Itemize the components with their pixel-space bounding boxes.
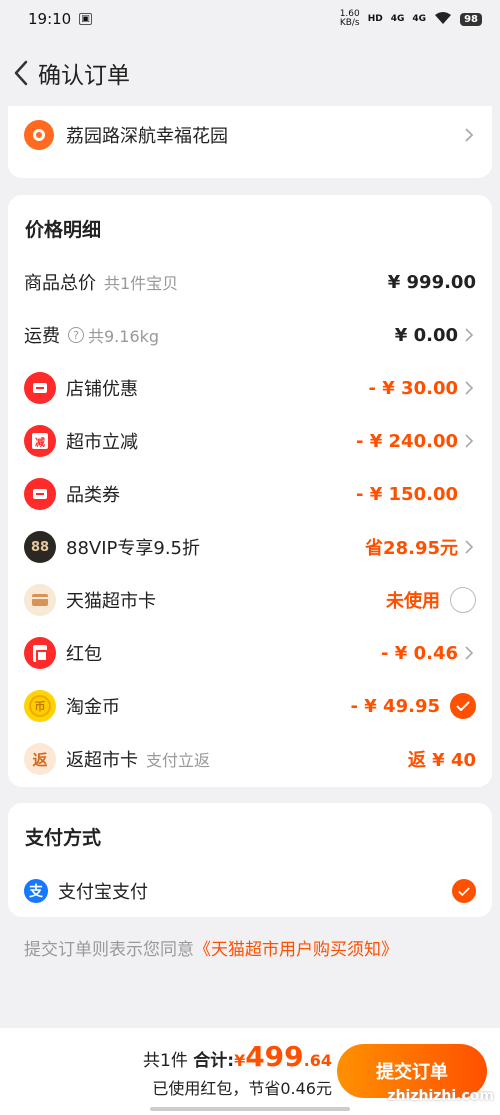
- row-goods-total: 商品总价 共1件宝贝 ¥ 999.00: [8, 262, 492, 302]
- status-indicators: 1.60 KB/s HD 4G 4G 98: [340, 10, 482, 28]
- signal-icon-2: 4G: [412, 14, 427, 24]
- agreement-prefix: 提交订单则表示您同意: [24, 940, 194, 960]
- row-cashback-card: 返 返超市卡 支付立返 返 ¥ 40: [8, 739, 492, 779]
- net-speed: 1.60 KB/s: [339, 9, 360, 28]
- row-amount: 省28.95元: [365, 538, 458, 559]
- payment-title: 支付方式: [25, 827, 102, 849]
- row-label: 返超市卡: [66, 750, 138, 771]
- total-integer: 499: [245, 1040, 304, 1073]
- row-amount: - ¥ 49.95: [350, 695, 440, 717]
- address-card[interactable]: 荔园路深航幸福花园: [8, 106, 492, 178]
- status-bar: 19:10 ▣ 1.60 KB/s HD 4G 4G 98: [0, 0, 500, 38]
- row-label: 天猫超市卡: [66, 591, 156, 612]
- page-header: 确认订单: [0, 48, 500, 98]
- payment-method-label: 支付宝支付: [58, 882, 148, 903]
- status-time: 19:10: [28, 10, 72, 28]
- total-currency: ¥: [234, 1051, 246, 1070]
- watermark: zhizhizhi.com: [387, 1088, 494, 1104]
- price-detail-title: 价格明细: [25, 219, 102, 241]
- chevron-right-icon: [462, 434, 476, 448]
- row-amount: - ¥ 0.46: [381, 642, 458, 664]
- row-amount: - ¥ 150.00: [356, 483, 458, 505]
- item-count: 共1件: [143, 1051, 188, 1071]
- agreement-text: 提交订单则表示您同意《天猫超市用户购买须知》: [24, 935, 484, 960]
- taojinbi-check[interactable]: [450, 693, 476, 719]
- signal-icon-1: 4G: [390, 14, 405, 24]
- chevron-right-icon: [462, 540, 476, 554]
- tmall-card-radio[interactable]: [450, 587, 476, 613]
- row-label: 红包: [66, 644, 102, 665]
- total-decimal: .64: [303, 1051, 332, 1070]
- battery-icon: 98: [460, 12, 482, 26]
- order-summary: 共1件 合计:¥499.64 已使用红包，节省0.46元: [143, 1040, 332, 1099]
- savings-text: 已使用红包，节省0.46元: [152, 1079, 332, 1098]
- address-text: 荔园路深航幸福花园: [66, 126, 228, 147]
- row-label: 超市立减: [66, 432, 138, 453]
- cashback-icon: 返: [24, 743, 56, 775]
- help-icon[interactable]: ?: [68, 327, 84, 343]
- row-label: 品类券: [66, 485, 120, 506]
- row-shop-discount[interactable]: 店铺优惠 - ¥ 30.00: [8, 368, 492, 408]
- row-88vip[interactable]: 88 88VIP专享9.5折 省28.95元: [8, 527, 492, 567]
- row-sub: 共9.16kg: [88, 327, 160, 346]
- row-shipping[interactable]: 运费 ? 共9.16kg ¥ 0.00: [8, 315, 492, 355]
- row-label: 店铺优惠: [66, 379, 138, 400]
- page-title: 确认订单: [38, 63, 130, 89]
- row-market-reduction[interactable]: 减 超市立减 - ¥ 240.00: [8, 421, 492, 461]
- row-taojinbi[interactable]: 币 淘金币 - ¥ 49.95: [8, 686, 492, 726]
- row-label: 淘金币: [66, 697, 120, 718]
- row-amount: ¥ 0.00: [394, 324, 458, 346]
- hd-icon: HD: [367, 14, 383, 24]
- row-amount: - ¥ 30.00: [368, 377, 458, 399]
- price-detail-card: 价格明细 商品总价 共1件宝贝 ¥ 999.00 运费 ? 共9.16kg ¥ …: [8, 195, 492, 787]
- coupon-icon: [24, 478, 56, 510]
- back-icon[interactable]: [6, 58, 36, 88]
- notification-icon: ▣: [79, 13, 92, 25]
- total-line: 共1件 合计:¥499.64: [143, 1040, 332, 1073]
- wifi-icon: [434, 11, 452, 28]
- row-sub: 支付立返: [146, 751, 211, 770]
- reduction-icon: 减: [24, 425, 56, 457]
- row-sub: 共1件宝贝: [104, 274, 179, 293]
- row-label: 运费: [24, 326, 60, 347]
- row-tmall-card[interactable]: 天猫超市卡 未使用: [8, 580, 492, 620]
- total-label: 合计:: [193, 1051, 235, 1071]
- chevron-right-icon: [462, 381, 476, 395]
- alipay-check[interactable]: [452, 879, 476, 903]
- row-label: 88VIP专享9.5折: [66, 538, 201, 559]
- payment-card: 支付方式 支 支付宝支付: [8, 803, 492, 917]
- row-amount: ¥ 999.00: [387, 271, 476, 293]
- chevron-right-icon: [462, 128, 476, 142]
- row-red-packet[interactable]: 红包 - ¥ 0.46: [8, 633, 492, 673]
- alipay-icon: 支: [24, 879, 48, 903]
- row-category-coupon[interactable]: 品类券 - ¥ 150.00: [8, 474, 492, 514]
- agreement-link[interactable]: 《天猫超市用户购买须知》: [194, 940, 398, 960]
- vip88-icon: 88: [24, 531, 56, 563]
- row-amount: - ¥ 240.00: [356, 430, 458, 452]
- alipay-row[interactable]: 支 支付宝支付: [8, 873, 492, 909]
- home-indicator[interactable]: [150, 1107, 350, 1111]
- row-label: 商品总价: [24, 273, 96, 294]
- address-row[interactable]: 荔园路深航幸福花园: [8, 106, 492, 164]
- card-icon: [24, 584, 56, 616]
- row-amount: 未使用: [386, 591, 440, 612]
- chevron-right-icon: [462, 328, 476, 342]
- chevron-right-icon: [462, 646, 476, 660]
- gold-coin-icon: 币: [24, 690, 56, 722]
- red-packet-icon: [24, 637, 56, 669]
- row-amount: 返 ¥ 40: [407, 750, 476, 771]
- location-icon: [24, 120, 54, 150]
- coupon-icon: [24, 372, 56, 404]
